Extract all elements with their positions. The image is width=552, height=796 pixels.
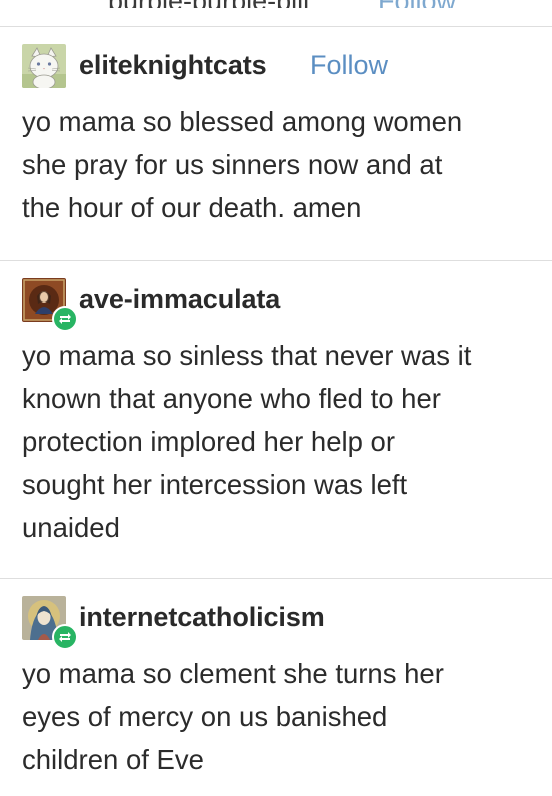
reblog-icon: [59, 632, 71, 642]
post-body-line: the hour of our death. amen: [22, 192, 362, 223]
post-body-line: sought her intercession was left: [22, 469, 408, 500]
post-body: yo mama so blessed among women she pray …: [22, 100, 542, 229]
post-username[interactable]: eliteknightcats: [79, 50, 267, 81]
post-body-line: children of Eve: [22, 744, 204, 775]
post-body-line: yo mama so blessed among women: [22, 106, 463, 137]
post-body-line: yo mama so clement she turns her: [22, 658, 444, 689]
post-header: eliteknightcats Follow: [22, 44, 542, 90]
reblog-badge: [52, 624, 78, 650]
reblog-icon: [59, 314, 71, 324]
post-body: yo mama so clement she turns her eyes of…: [22, 652, 542, 781]
previous-post-follow-link[interactable]: Follow: [378, 0, 456, 8]
follow-button[interactable]: Follow: [310, 50, 388, 81]
post-header: internetcatholicism: [22, 596, 542, 650]
post-username[interactable]: internetcatholicism: [79, 602, 325, 633]
post-header: ave-immaculata: [22, 278, 542, 332]
reblog-badge: [52, 306, 78, 332]
previous-post-username[interactable]: purple-purple-pill: [108, 0, 309, 8]
post-body-line: yo mama so sinless that never was it: [22, 340, 472, 371]
post-body-line: protection implored her help or: [22, 426, 395, 457]
post-divider: [0, 578, 552, 579]
post-body-line: she pray for us sinners now and at: [22, 149, 443, 180]
previous-post-header-fragment: purple-purple-pill Follow: [0, 0, 552, 8]
post-divider: [0, 26, 552, 27]
post-body-line: unaided: [22, 512, 120, 543]
post-divider: [0, 260, 552, 261]
cat-avatar-icon[interactable]: [22, 44, 66, 88]
post-username[interactable]: ave-immaculata: [79, 284, 280, 315]
post-body: yo mama so sinless that never was it kno…: [22, 334, 542, 549]
post-body-line: eyes of mercy on us banished: [22, 701, 388, 732]
post-body-line: known that anyone who fled to her: [22, 383, 441, 414]
